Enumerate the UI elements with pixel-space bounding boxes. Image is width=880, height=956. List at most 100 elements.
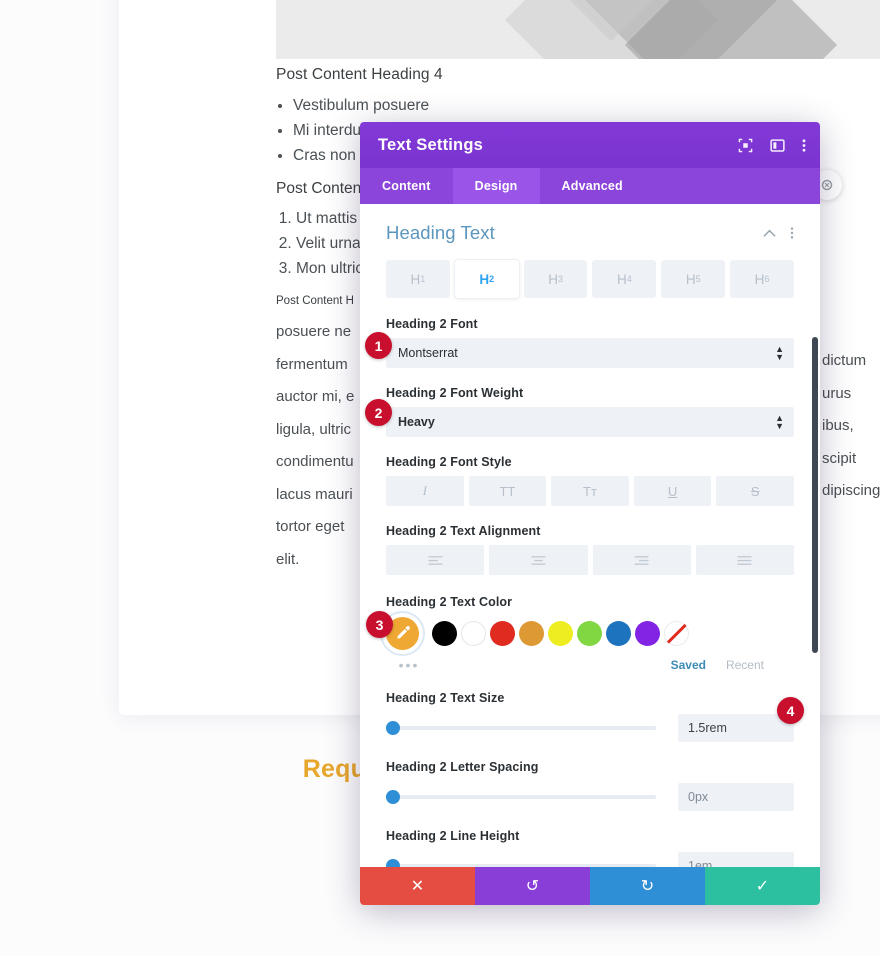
content-heading-4: Post Content Heading 4 xyxy=(276,66,443,83)
weight-select-value: Heavy xyxy=(398,415,435,429)
more-vertical-icon[interactable] xyxy=(802,138,806,153)
heading-level-tabs: H1 H2 H3 H4 H5 H6 xyxy=(386,260,794,298)
callout-badge-1: 1 xyxy=(365,332,392,359)
slider-track xyxy=(386,795,656,799)
more-colors-button[interactable]: ••• xyxy=(386,657,432,673)
swatch-black[interactable] xyxy=(432,621,457,646)
line-height-slider[interactable] xyxy=(386,859,656,867)
font-field-label: Heading 2 Font xyxy=(386,317,478,331)
modal-scrollbar-thumb[interactable] xyxy=(812,337,818,653)
modal-title: Text Settings xyxy=(378,135,483,154)
swatch-green[interactable] xyxy=(577,621,602,646)
eyedropper-icon xyxy=(397,626,410,639)
text-size-slider[interactable] xyxy=(386,721,656,735)
heading-tab-h5-sub: 5 xyxy=(695,274,701,284)
line-height-field: Heading 2 Line Height 1em xyxy=(386,829,794,867)
paragraph-line: dictum xyxy=(822,352,867,369)
text-size-value[interactable]: 1.5rem xyxy=(678,714,794,742)
screen: Post Content Heading 4 Vestibulum posuer… xyxy=(0,0,880,956)
heading-tab-h5[interactable]: H5 xyxy=(661,260,726,298)
strikethrough-button[interactable]: S xyxy=(716,476,794,506)
font-style-field-label: Heading 2 Font Style xyxy=(386,455,512,469)
palette-tab-recent[interactable]: Recent xyxy=(726,658,764,672)
tab-content[interactable]: Content xyxy=(360,168,453,204)
letter-spacing-field: Heading 2 Letter Spacing 0px xyxy=(386,760,794,811)
font-select-value: Montserrat xyxy=(398,346,458,360)
post-content-right-fragments: dictum urus ibus, scipit dipiscing xyxy=(822,345,880,508)
color-swatch-row xyxy=(386,617,794,650)
tab-advanced[interactable]: Advanced xyxy=(540,168,645,204)
palette-tab-saved[interactable]: Saved xyxy=(671,658,706,672)
paragraph-line: dipiscing xyxy=(822,482,880,499)
weight-select[interactable]: Heavy ▲ ▼ xyxy=(386,407,794,437)
tab-design[interactable]: Design xyxy=(452,168,540,204)
section-title: Heading Text xyxy=(386,222,495,243)
align-right-icon[interactable] xyxy=(592,545,691,575)
modal-header: Text Settings xyxy=(360,122,820,168)
heading-tab-h1-sub: 1 xyxy=(420,274,426,284)
swatch-orange[interactable] xyxy=(519,621,544,646)
swatch-blue[interactable] xyxy=(606,621,631,646)
text-settings-modal: Text Settings Content Design Advanced He… xyxy=(360,122,820,905)
font-style-buttons: I TT Tᴛ U S xyxy=(386,476,794,506)
align-justify-icon[interactable] xyxy=(695,545,794,575)
modal-body: Heading Text H1 H2 H3 H 4 H 5 H 6 Headin… xyxy=(360,204,820,867)
heading-tab-h2[interactable]: H2 xyxy=(454,260,519,298)
slider-knob[interactable] xyxy=(386,790,400,804)
swatch-red[interactable] xyxy=(490,621,515,646)
cancel-button[interactable]: ✕ xyxy=(360,867,475,905)
paragraph-line: urus xyxy=(822,384,852,402)
layout-panel-icon[interactable] xyxy=(770,138,785,153)
heading-tab-h2-sub: 2 xyxy=(489,274,495,284)
chevron-up-icon[interactable] xyxy=(763,229,776,238)
text-size-label: Heading 2 Text Size xyxy=(386,691,505,705)
font-select[interactable]: Montserrat ▲ ▼ xyxy=(386,338,794,368)
list-item: Vestibulum posuere xyxy=(293,93,880,118)
save-button[interactable]: ✓ xyxy=(705,867,820,905)
undo-button[interactable]: ↺ xyxy=(475,867,590,905)
callout-badge-3: 3 xyxy=(366,611,393,638)
chevron-updown-icon: ▲ ▼ xyxy=(775,413,784,431)
italic-button[interactable]: I xyxy=(386,476,464,506)
line-height-label: Heading 2 Line Height xyxy=(386,829,520,843)
callout-badge-2: 2 xyxy=(365,399,392,426)
heading-tab-h3[interactable]: H3 xyxy=(523,260,588,298)
text-size-field: Heading 2 Text Size 1.5rem xyxy=(386,691,794,742)
alignment-field-label: Heading 2 Text Alignment xyxy=(386,524,541,538)
chevron-updown-icon: ▲ ▼ xyxy=(775,344,784,362)
close-circle-icon xyxy=(821,179,833,191)
paragraph-line: scipit xyxy=(822,449,857,467)
weight-field-label: Heading 2 Font Weight xyxy=(386,386,524,400)
slider-knob[interactable] xyxy=(386,721,400,735)
align-left-icon[interactable] xyxy=(386,545,485,575)
slider-knob[interactable] xyxy=(386,859,400,867)
letter-spacing-value[interactable]: 0px xyxy=(678,783,794,811)
heading-text-section-header: Heading Text xyxy=(386,222,794,244)
slider-track xyxy=(386,726,656,730)
swatch-white[interactable] xyxy=(461,621,486,646)
letter-spacing-slider[interactable] xyxy=(386,790,656,804)
swatch-yellow[interactable] xyxy=(548,621,573,646)
fullscreen-icon[interactable] xyxy=(738,138,753,153)
swatch-purple[interactable] xyxy=(635,621,660,646)
align-center-icon[interactable] xyxy=(489,545,588,575)
callout-badge-4: 4 xyxy=(777,697,804,724)
modal-tab-bar: Content Design Advanced xyxy=(360,168,820,204)
line-height-value[interactable]: 1em xyxy=(678,852,794,867)
text-alignment-buttons xyxy=(386,545,794,575)
heading-tab-h3-sub: 3 xyxy=(557,274,563,284)
redo-button[interactable]: ↻ xyxy=(590,867,705,905)
heading-tab-h6[interactable]: H6 xyxy=(730,260,794,298)
uppercase-button[interactable]: TT xyxy=(468,476,547,506)
section-more-vertical-icon[interactable] xyxy=(790,226,794,240)
palette-tabs: Saved Recent xyxy=(671,658,794,672)
swatch-none[interactable] xyxy=(664,621,689,646)
underline-button[interactable]: U xyxy=(633,476,712,506)
heading-tab-h4[interactable]: H4 xyxy=(592,260,657,298)
capitalize-button[interactable]: Tᴛ xyxy=(551,476,629,506)
heading-tab-h4-sub: 4 xyxy=(626,274,632,284)
heading-tab-h1[interactable]: H1 xyxy=(386,260,450,298)
letter-spacing-label: Heading 2 Letter Spacing xyxy=(386,760,539,774)
text-color-field-label: Heading 2 Text Color xyxy=(386,595,513,609)
paragraph-line: ibus, xyxy=(822,417,854,434)
